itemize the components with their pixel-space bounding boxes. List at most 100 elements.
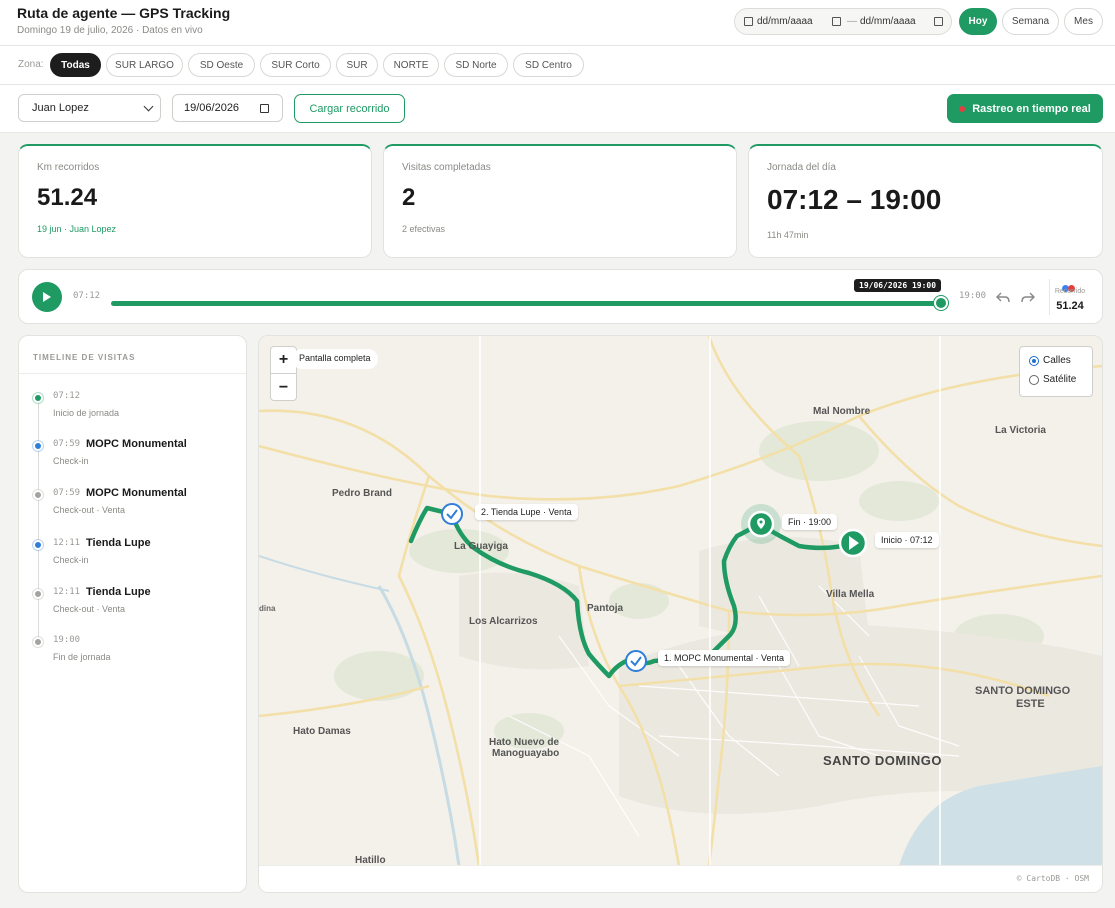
stat-sub: 11h 47min <box>767 230 809 240</box>
layer-label: Calles <box>1043 355 1071 366</box>
today-button[interactable]: Hoy <box>959 8 997 35</box>
live-tracking-button[interactable]: Rastreo en tiempo real <box>947 94 1103 123</box>
map-canvas[interactable] <box>259 336 1102 866</box>
calendar-icon[interactable] <box>260 104 269 113</box>
radio-selected-icon[interactable] <box>1029 355 1039 366</box>
start-marker-tag[interactable]: Inicio · 07:12 <box>875 532 939 548</box>
stat-label: Jornada del día <box>767 162 836 173</box>
timeline-time: 12:11 <box>53 587 81 597</box>
timeline-item[interactable]: 19:00 Fin de jornada <box>19 633 246 673</box>
timeline-dot-icon <box>33 540 43 550</box>
map-label: Villa Mella <box>826 589 875 600</box>
chevron-down-icon <box>143 101 154 112</box>
map-label: Pantoja <box>587 603 624 614</box>
timeline-note: Check-out · Venta <box>53 604 126 614</box>
map-attribution-bar: © CartoDB · OSM <box>259 865 1102 892</box>
playback-start-time: 07:12 <box>73 291 101 301</box>
map-label: ESTE <box>1016 698 1045 710</box>
stat-label: Visitas completadas <box>402 162 491 173</box>
agent-select-value: Juan Lopez <box>32 102 89 114</box>
zone-chip-sd-oeste[interactable]: SD Oeste <box>188 53 255 77</box>
layer-option-streets[interactable]: Calles <box>1029 355 1071 366</box>
timeline-time: 07:59 <box>53 488 81 498</box>
calendar-icon[interactable] <box>832 17 841 26</box>
zone-filter-bar: Zona: Todas SUR LARGO SD Oeste SUR Corto… <box>0 46 1115 85</box>
visit-marker-tag[interactable]: 1. MOPC Monumental · Venta <box>658 650 791 666</box>
date-separator: — <box>847 16 857 27</box>
stat-sub: 2 efectivas <box>402 224 446 234</box>
zone-chip-sd-centro[interactable]: SD Centro <box>513 53 584 77</box>
calendar-icon[interactable] <box>934 17 943 26</box>
timeline-item[interactable]: 12:11 Tienda Lupe Check-in <box>19 536 246 576</box>
calendar-icon <box>744 17 753 26</box>
map-label: Pedro Brand <box>332 488 393 499</box>
undo-icon[interactable] <box>996 290 1010 304</box>
zoom-out-button[interactable]: − <box>271 374 296 401</box>
map-label-city: SANTO DOMINGO <box>823 753 942 768</box>
recorded-label: Recorrido <box>1054 288 1086 295</box>
visit-marker-tag[interactable]: 2. Tienda Lupe · Venta <box>475 504 578 520</box>
redo-icon[interactable] <box>1021 290 1035 304</box>
timeline-note: Inicio de jornada <box>53 408 120 418</box>
timeline-dot-icon <box>33 589 43 599</box>
map-attribution: © CartoDB · OSM <box>1016 874 1089 883</box>
date-range-picker[interactable]: dd/mm/aaaa — dd/mm/aaaa <box>734 8 952 35</box>
zone-chip-norte[interactable]: NORTE <box>383 53 439 77</box>
fullscreen-button[interactable]: Pantalla completa <box>292 349 378 369</box>
layer-switcher: Calles Satélite <box>1019 346 1093 397</box>
playback-tooltip: 19/06/2026 19:00 <box>854 279 942 292</box>
timeline-time: 12:11 <box>53 538 81 548</box>
route-map[interactable]: Mal Nombre La Victoria Pedro Brand La Gu… <box>258 335 1103 893</box>
map-label: Hato Nuevo de <box>489 737 560 748</box>
route-date-input[interactable]: 19/06/2026 <box>172 94 283 122</box>
timeline-item[interactable]: 07:59 MOPC Monumental Check-out · Venta <box>19 486 246 526</box>
map-label: Hato Damas <box>293 726 351 737</box>
map-label: Los Alcarrizos <box>469 616 538 627</box>
page-subtitle: Domingo 19 de julio, 2026 · Datos en viv… <box>17 25 203 36</box>
timeline-note: Check-in <box>53 456 89 466</box>
timeline-item[interactable]: 07:59 MOPC Monumental Check-in <box>19 437 246 477</box>
playback-track[interactable] <box>111 301 942 306</box>
stat-value: 2 <box>402 184 416 211</box>
divider <box>19 373 246 374</box>
recorded-value: 51.24 <box>1056 300 1084 312</box>
zone-chip-sur[interactable]: SUR <box>336 53 378 77</box>
week-button[interactable]: Semana <box>1002 8 1059 35</box>
date-from-input[interactable]: dd/mm/aaaa <box>757 16 813 27</box>
end-marker-tag[interactable]: Fin · 19:00 <box>782 514 838 530</box>
visits-timeline: TIMELINE DE VISITAS 07:12 Inicio de jorna… <box>18 335 247 893</box>
stat-label: Km recorridos <box>37 162 100 173</box>
play-button[interactable] <box>32 282 62 312</box>
layer-option-satellite[interactable]: Satélite <box>1029 374 1076 385</box>
load-route-button[interactable]: Cargar recorrido <box>294 94 405 123</box>
zone-label: Zona: <box>18 59 44 70</box>
agent-select[interactable]: Juan Lopez <box>18 94 161 122</box>
stat-value: 51.24 <box>37 184 98 211</box>
route-date-value: 19/06/2026 <box>184 102 240 114</box>
zone-chip-todas[interactable]: Todas <box>50 53 101 77</box>
route-playback: 07:12 19/06/2026 19:00 19:00 Recorrido 5… <box>18 269 1103 324</box>
zone-chip-sur-corto[interactable]: SUR Corto <box>260 53 331 77</box>
timeline-time: 19:00 <box>53 635 81 645</box>
timeline-item[interactable]: 07:12 Inicio de jornada <box>19 389 246 429</box>
map-label: dina <box>259 604 276 613</box>
timeline-dot-icon <box>33 441 43 451</box>
page-title: Ruta de agente — GPS Tracking <box>17 5 231 21</box>
radio-icon[interactable] <box>1029 374 1039 385</box>
map-label: Manoguayabo <box>492 748 560 759</box>
live-tracking-label: Rastreo en tiempo real <box>972 102 1091 115</box>
date-to-input[interactable]: dd/mm/aaaa <box>860 16 916 27</box>
timeline-heading: TIMELINE DE VISITAS <box>33 353 136 362</box>
stat-card-visits: Visitas completadas 2 2 efectivas <box>383 144 737 258</box>
timeline-title: MOPC Monumental <box>86 487 187 499</box>
map-label: La Guayiga <box>454 541 508 552</box>
zone-chip-sd-norte[interactable]: SD Norte <box>444 53 508 77</box>
playback-end-time: 19:00 <box>959 291 987 301</box>
timeline-note: Check-out · Venta <box>53 505 126 515</box>
timeline-item[interactable]: 12:11 Tienda Lupe Check-out · Venta <box>19 585 246 625</box>
divider <box>1049 279 1050 315</box>
month-button[interactable]: Mes <box>1064 8 1103 35</box>
zone-chip-sur-largo[interactable]: SUR LARGO <box>106 53 183 77</box>
live-dot-icon <box>959 105 966 112</box>
playback-handle[interactable] <box>934 296 948 310</box>
